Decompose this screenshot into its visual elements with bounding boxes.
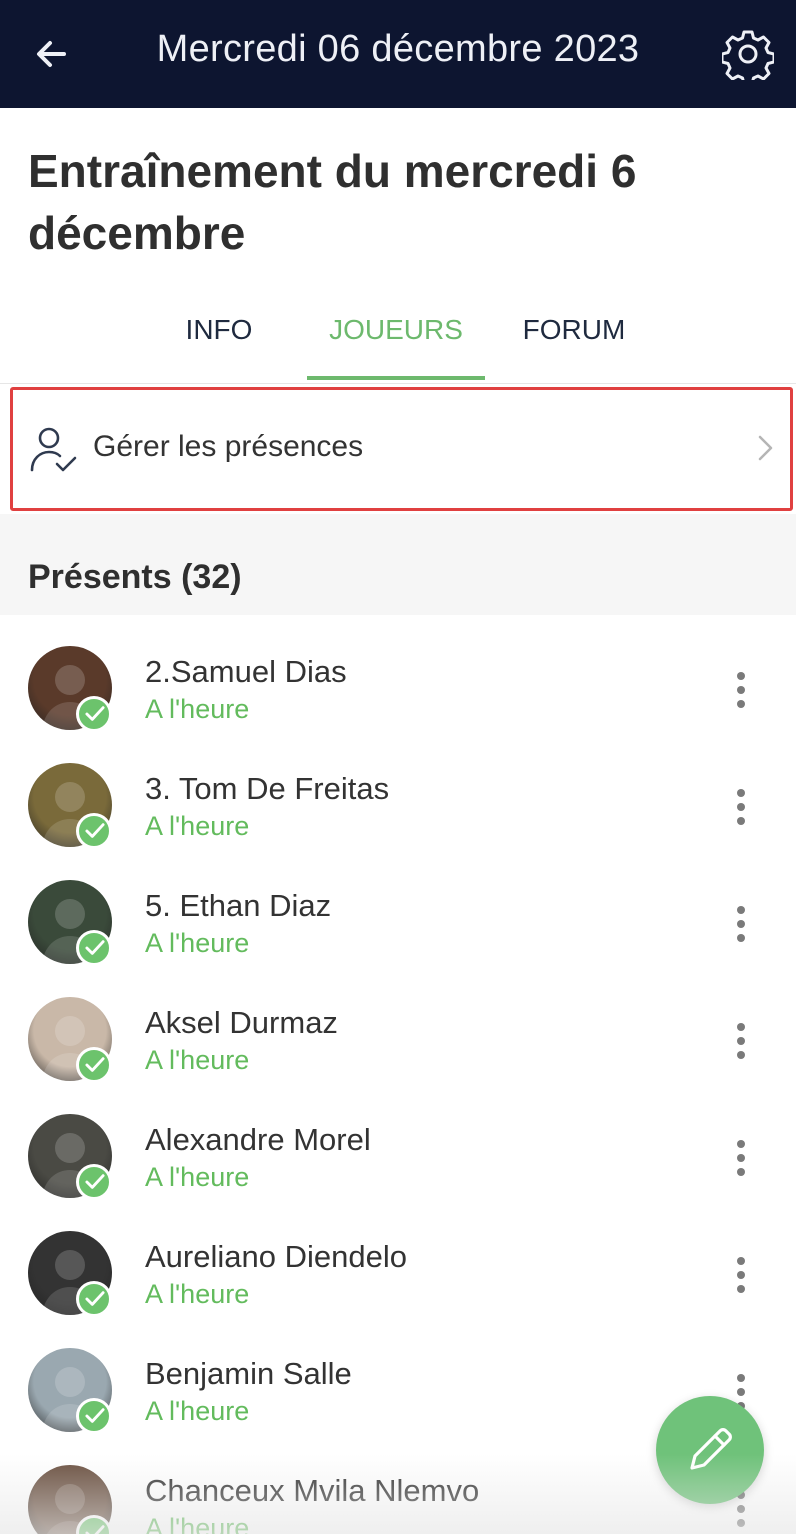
more-vertical-icon[interactable] [734, 1140, 748, 1176]
manage-attendance-row[interactable]: Gérer les présences [10, 387, 793, 511]
player-row[interactable]: 2.Samuel Dias A l'heure [0, 630, 796, 747]
player-status: A l'heure [145, 694, 250, 724]
player-name: 3. Tom De Freitas [145, 771, 390, 806]
player-name: Benjamin Salle [145, 1356, 352, 1391]
check-circle-icon [76, 930, 112, 966]
player-name: Aureliano Diendelo [145, 1239, 407, 1274]
more-vertical-icon[interactable] [734, 1023, 748, 1059]
player-name: Chanceux Mvila Nlemvo [145, 1473, 480, 1508]
player-row[interactable]: 5. Ethan Diaz A l'heure [0, 864, 796, 981]
check-circle-icon [76, 1164, 112, 1200]
more-vertical-icon[interactable] [734, 672, 748, 708]
player-status: A l'heure [145, 1045, 250, 1075]
person-check-icon [30, 427, 77, 472]
player-row[interactable]: Alexandre Morel A l'heure [0, 1098, 796, 1215]
player-status: A l'heure [145, 1162, 250, 1192]
chevron-right-icon [758, 435, 773, 461]
player-name: 2.Samuel Dias [145, 654, 347, 689]
check-circle-icon [76, 1398, 112, 1434]
player-status: A l'heure [145, 811, 250, 841]
tab-joueurs[interactable]: JOUEURS [307, 314, 485, 346]
player-row[interactable]: Aksel Durmaz A l'heure [0, 981, 796, 1098]
section-title: Présents (32) [28, 558, 242, 596]
check-circle-icon [76, 696, 112, 732]
more-vertical-icon[interactable] [734, 789, 748, 825]
player-name: Aksel Durmaz [145, 1005, 338, 1040]
manage-attendance-inner: Gérer les présences [13, 390, 790, 494]
player-name: 5. Ethan Diaz [145, 888, 332, 923]
more-vertical-icon[interactable] [734, 1257, 748, 1293]
player-name: Alexandre Morel [145, 1122, 371, 1157]
tab-info[interactable]: INFO [130, 314, 308, 346]
header-title: Mercredi 06 décembre 2023 [156, 28, 640, 70]
active-tab-indicator [307, 376, 485, 380]
check-circle-icon [76, 1281, 112, 1317]
check-circle-icon [76, 813, 112, 849]
player-row[interactable]: 3. Tom De Freitas A l'heure [0, 747, 796, 864]
event-title: Entraînement du mercredi 6 décembre [28, 145, 637, 259]
player-status: A l'heure [145, 1279, 250, 1309]
gear-icon[interactable] [722, 28, 774, 80]
edit-fab-button[interactable] [656, 1396, 764, 1504]
player-status: A l'heure [145, 1513, 250, 1534]
divider [0, 383, 796, 384]
tab-forum[interactable]: FORUM [485, 314, 663, 346]
pencil-icon [690, 1428, 732, 1470]
tab-bar: INFO JOUEURS FORUM [0, 296, 796, 384]
manage-attendance-label: Gérer les présences [93, 430, 364, 463]
more-vertical-icon[interactable] [734, 906, 748, 942]
player-status: A l'heure [145, 1396, 250, 1426]
app-bar: Mercredi 06 décembre 2023 [0, 0, 796, 108]
check-circle-icon [76, 1047, 112, 1083]
player-status: A l'heure [145, 928, 250, 958]
player-row[interactable]: Aureliano Diendelo A l'heure [0, 1215, 796, 1332]
